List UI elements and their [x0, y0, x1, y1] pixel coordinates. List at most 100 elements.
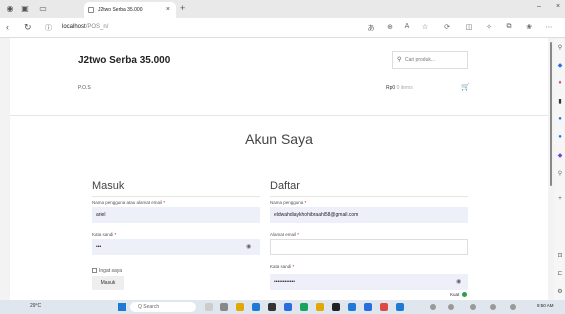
product-search-input[interactable]: ⚲ Cari produk... [392, 51, 468, 69]
zoom-icon[interactable]: ⊕ [385, 23, 395, 31]
tab-title: J2two Serba 35.000 [98, 7, 143, 13]
windows-start-icon[interactable] [118, 303, 126, 311]
register-heading-rule [270, 196, 468, 197]
vscode-icon[interactable] [348, 303, 356, 311]
mail-icon[interactable] [284, 303, 292, 311]
sidebar-office-icon[interactable]: ● [556, 134, 564, 140]
taskbar-search[interactable]: Q Search [130, 302, 196, 312]
split-screen-icon[interactable]: ◫ [464, 23, 474, 31]
register-email-label: Alamat email * [270, 232, 300, 237]
battery-icon[interactable] [510, 304, 516, 310]
sidebar-add-icon[interactable]: + [556, 196, 564, 202]
file-explorer-icon[interactable] [236, 303, 244, 311]
login-password-input[interactable]: ••• [92, 239, 260, 255]
sidebar-games-icon[interactable]: ● [556, 116, 564, 122]
register-username-label: Nama pengguna * [270, 200, 307, 205]
translate-icon[interactable]: あ [366, 23, 376, 33]
url-path: /POS_n/ [85, 24, 109, 30]
os-taskbar: 29°C Q Search 9:50 AM [0, 300, 565, 314]
register-password-input[interactable]: •••••••••••• [270, 274, 468, 290]
app-dark-icon[interactable] [332, 303, 340, 311]
site-brand[interactable]: J2two Serba 35.000 [78, 55, 170, 66]
scrollbar-thumb[interactable] [550, 42, 552, 186]
sidebar-tools-icon[interactable]: ▮ [556, 98, 564, 105]
new-tab-icon[interactable]: + [180, 3, 185, 13]
checkbox-box[interactable] [92, 268, 97, 274]
sidebar-settings-icon[interactable]: ⚙ [556, 288, 564, 295]
page-favicon-icon [88, 7, 94, 13]
nav-item-pos[interactable]: P.O.S [78, 85, 91, 91]
wifi-icon[interactable] [470, 304, 476, 310]
profile-icon[interactable]: ◉ [5, 4, 15, 14]
tray-app-icon[interactable] [448, 304, 454, 310]
workspaces-icon[interactable]: ▣ [20, 4, 30, 14]
sidebar-drop-icon[interactable]: ⚲ [556, 170, 564, 177]
browser-tab-bar: ◉ ▣ ▭ J2two Serba 35.000 × + – × [0, 0, 565, 18]
tab-close-icon[interactable]: × [166, 2, 170, 18]
app-green-icon[interactable] [300, 303, 308, 311]
browser-tab[interactable]: J2two Serba 35.000 × [84, 2, 176, 18]
more-icon[interactable]: ⋯ [544, 23, 554, 31]
sidebar-discover-icon[interactable]: ◆ [556, 62, 564, 69]
minimize-icon[interactable]: – [537, 3, 541, 10]
register-heading: Daftar [270, 180, 300, 192]
info-icon[interactable]: ⓘ [45, 23, 52, 33]
address-bar: ‹ ↻ ⓘ localhost/POS_n/ あ ⊕ A ☆ ⟳ ◫ ✧ ⧉ ❀… [0, 18, 565, 38]
url-host: localhost [62, 24, 86, 30]
sidebar-feedback-icon[interactable]: ⊏ [556, 270, 564, 277]
login-heading: Masuk [92, 180, 125, 192]
app-red-icon[interactable] [380, 303, 388, 311]
sidebar-split-icon[interactable]: ⊡ [556, 252, 564, 259]
back-icon[interactable]: ‹ [6, 22, 9, 32]
read-aloud-icon[interactable]: A [402, 23, 412, 30]
remember-me-checkbox[interactable]: Ingat saya [92, 268, 122, 274]
browser-sidebar: ⚲ ◆ ♦ ▮ ● ● ◆ ⚲ + ⊡ ⊏ ⚙ [554, 38, 565, 300]
register-email-input[interactable] [270, 239, 468, 255]
url-field[interactable]: localhost/POS_n/ [62, 24, 108, 30]
register-username-input[interactable]: eldwahdiaykhohibraahl58@gmail.com [270, 207, 468, 223]
page-content: J2two Serba 35.000 ⚲ Cari produk... P.O.… [10, 38, 548, 300]
collections-icon[interactable]: ⧉ [504, 23, 514, 31]
favorite-icon[interactable]: ☆ [420, 23, 430, 31]
edge-icon[interactable] [252, 303, 260, 311]
tab-actions-icon[interactable]: ▭ [38, 4, 48, 14]
sidebar-outlook-icon[interactable]: ◆ [556, 152, 564, 159]
app-blue-icon[interactable] [396, 303, 404, 311]
volume-icon[interactable] [490, 304, 496, 310]
show-password-icon[interactable]: ◉ [246, 243, 251, 250]
chrome-icon[interactable] [364, 303, 372, 311]
page-title: Akun Saya [245, 131, 313, 147]
cart-icon[interactable]: 🛒 [461, 83, 470, 91]
show-register-password-icon[interactable]: ◉ [456, 278, 461, 285]
window-close-icon[interactable]: × [556, 3, 560, 10]
sidebar-shopping-icon[interactable]: ♦ [556, 80, 564, 86]
password-strength-indicator: Kuat [450, 292, 468, 298]
cart-count: 0 items [396, 85, 413, 91]
login-heading-rule [92, 196, 260, 197]
taskbar-clock[interactable]: 9:50 AM [537, 303, 554, 308]
weather-widget[interactable]: 29°C [30, 303, 41, 309]
header-divider [10, 115, 548, 116]
site-header: J2two Serba 35.000 ⚲ Cari produk... P.O.… [10, 38, 548, 115]
tray-up-icon[interactable] [430, 304, 436, 310]
task-view-icon[interactable] [205, 303, 213, 311]
widgets-icon[interactable] [220, 303, 228, 311]
folder-icon[interactable] [316, 303, 324, 311]
password-strength-label: Kuat [450, 292, 460, 297]
extensions-icon[interactable]: ✧ [484, 23, 494, 31]
cart-total: Rp0 [386, 85, 396, 91]
strength-dot-icon [462, 292, 468, 298]
copilot-icon[interactable]: ❀ [524, 23, 534, 31]
reload-icon[interactable]: ↻ [24, 22, 32, 33]
cart-summary[interactable]: Rp0 0 items [386, 85, 413, 91]
store-icon[interactable] [268, 303, 276, 311]
remember-me-label: Ingat saya [99, 268, 123, 274]
sync-icon[interactable]: ⟳ [442, 23, 452, 31]
login-password-label: Kata sandi * [92, 232, 117, 237]
register-password-label: Kata sandi * [270, 264, 295, 269]
sidebar-search-icon[interactable]: ⚲ [556, 44, 564, 51]
login-username-input[interactable]: ariel [92, 207, 260, 223]
login-username-label: Nama pengguna atau alamat email * [92, 200, 166, 205]
search-placeholder: Cari produk... [405, 57, 436, 63]
login-button[interactable]: Masuk [92, 276, 124, 290]
